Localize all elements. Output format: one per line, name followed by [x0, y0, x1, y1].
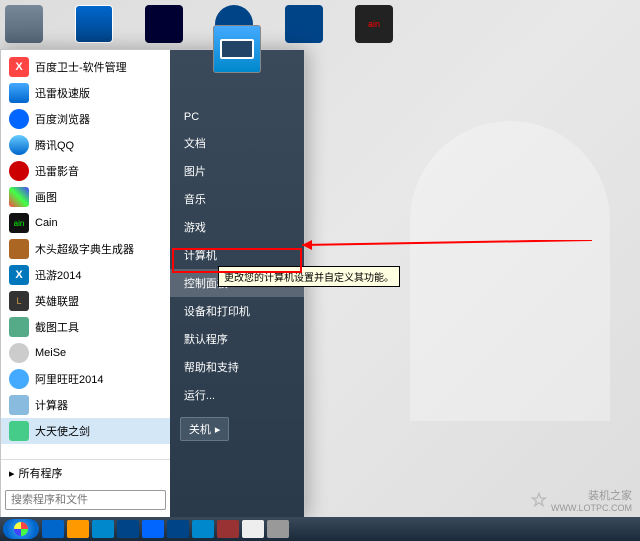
right-menu-item-10[interactable]: 运行...	[170, 381, 304, 409]
desktop-icon-cain[interactable]: ain	[355, 5, 393, 43]
right-menu-item-4[interactable]: 游戏	[170, 213, 304, 241]
taskbar-icon-ie[interactable]	[42, 520, 64, 538]
program-icon: X	[9, 265, 29, 285]
program-icon	[9, 161, 29, 181]
chevron-right-icon: ▸	[215, 423, 221, 436]
taskbar-icon-app5[interactable]	[242, 520, 264, 538]
program-item-4[interactable]: 迅雷影音	[1, 158, 170, 184]
program-item-11[interactable]: MeiSe	[1, 340, 170, 366]
program-icon	[9, 187, 29, 207]
program-icon	[9, 135, 29, 155]
taskbar-icon-app1[interactable]	[92, 520, 114, 538]
watermark-name: 装机之家	[551, 487, 632, 503]
program-label: Cain	[35, 217, 58, 229]
taskbar-icon-app2[interactable]	[167, 520, 189, 538]
program-icon: ain	[9, 213, 29, 233]
program-item-12[interactable]: 阿里旺旺2014	[1, 366, 170, 392]
taskbar-icon-thunder[interactable]	[117, 520, 139, 538]
right-menu-item-7[interactable]: 设备和打印机	[170, 297, 304, 325]
search-input[interactable]	[5, 490, 166, 510]
desktop-icon-computer[interactable]	[5, 5, 43, 43]
program-icon	[9, 421, 29, 441]
program-item-3[interactable]: 腾讯QQ	[1, 132, 170, 158]
program-item-8[interactable]: X 迅游2014	[1, 262, 170, 288]
taskbar-icon-app4[interactable]	[217, 520, 239, 538]
star-icon	[531, 492, 547, 508]
right-menu-item-2[interactable]: 图片	[170, 157, 304, 185]
program-item-9[interactable]: L 英雄联盟	[1, 288, 170, 314]
right-menu-item-1[interactable]: 文档	[170, 129, 304, 157]
program-item-1[interactable]: 迅雷极速版	[1, 80, 170, 106]
program-label: 大天使之剑	[35, 423, 90, 439]
program-icon	[9, 83, 29, 103]
start-button[interactable]	[3, 519, 39, 539]
desktop-icon-thunder[interactable]	[285, 5, 323, 43]
taskbar-icon-app3[interactable]	[192, 520, 214, 538]
program-label: 腾讯QQ	[35, 137, 74, 153]
program-icon	[9, 343, 29, 363]
right-menu-item-0[interactable]: PC	[170, 105, 304, 129]
program-item-13[interactable]: 计算器	[1, 392, 170, 418]
program-icon: X	[9, 57, 29, 77]
program-label: 迅雷极速版	[35, 85, 90, 101]
program-item-6[interactable]: ain Cain	[1, 210, 170, 236]
start-menu-left-pane: X 百度卫士-软件管理迅雷极速版百度浏览器腾讯QQ 迅雷影音画图 ain Cain 木头超…	[1, 50, 170, 518]
program-label: 迅游2014	[35, 267, 81, 283]
program-label: 阿里旺旺2014	[35, 371, 103, 387]
program-label: MeiSe	[35, 347, 66, 359]
program-label: 截图工具	[35, 319, 79, 335]
shutdown-label: 关机	[189, 421, 211, 437]
watermark-url: WWW.LOTPC.COM	[551, 503, 632, 513]
control-panel-tooltip: 更改您的计算机设置并自定义其功能。	[218, 266, 400, 287]
desktop-icons-row: ain	[5, 5, 640, 43]
desktop-icon-dark[interactable]	[145, 5, 183, 43]
program-label: 计算器	[35, 397, 68, 413]
program-item-7[interactable]: 木头超级字典生成器	[1, 236, 170, 262]
program-icon	[9, 109, 29, 129]
desktop-icon-box[interactable]	[75, 5, 113, 43]
all-programs-label: 所有程序	[19, 465, 63, 481]
program-label: 画图	[35, 189, 57, 205]
watermark: 装机之家 WWW.LOTPC.COM	[531, 487, 632, 513]
program-label: 英雄联盟	[35, 293, 79, 309]
right-menu-item-9[interactable]: 帮助和支持	[170, 353, 304, 381]
program-icon: L	[9, 291, 29, 311]
program-label: 木头超级字典生成器	[35, 241, 134, 257]
chevron-right-icon: ▸	[9, 467, 15, 480]
all-programs[interactable]: ▸ 所有程序	[1, 459, 170, 486]
program-icon	[9, 395, 29, 415]
user-avatar-icon[interactable]	[213, 25, 261, 73]
program-label: 百度浏览器	[35, 111, 90, 127]
right-menu-item-8[interactable]: 默认程序	[170, 325, 304, 353]
shutdown-button[interactable]: 关机 ▸	[180, 417, 230, 441]
right-menu-item-3[interactable]: 音乐	[170, 185, 304, 213]
program-label: 迅雷影音	[35, 163, 79, 179]
taskbar-icon-app6[interactable]	[267, 520, 289, 538]
right-menu-item-5[interactable]: 计算机	[170, 241, 304, 269]
program-item-0[interactable]: X 百度卫士-软件管理	[1, 54, 170, 80]
program-label: 百度卫士-软件管理	[35, 59, 127, 75]
program-icon	[9, 317, 29, 337]
taskbar-icon-baidu[interactable]	[142, 520, 164, 538]
program-item-2[interactable]: 百度浏览器	[1, 106, 170, 132]
taskbar-icon-folder[interactable]	[67, 520, 89, 538]
program-item-10[interactable]: 截图工具	[1, 314, 170, 340]
program-icon	[9, 239, 29, 259]
taskbar	[0, 517, 640, 541]
program-list: X 百度卫士-软件管理迅雷极速版百度浏览器腾讯QQ 迅雷影音画图 ain Cain 木头超…	[1, 54, 170, 459]
program-item-14[interactable]: 大天使之剑	[1, 418, 170, 444]
program-icon	[9, 369, 29, 389]
program-item-5[interactable]: 画图	[1, 184, 170, 210]
